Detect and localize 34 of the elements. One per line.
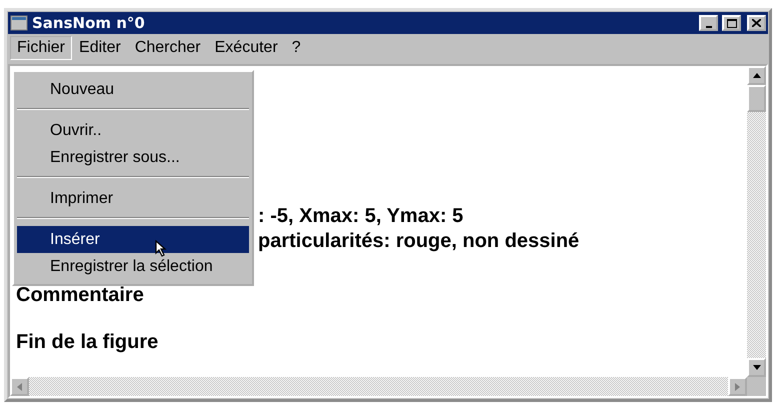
window-title: SansNom n°0 (32, 14, 146, 32)
mouse-pointer-icon (155, 240, 167, 257)
close-button[interactable] (747, 15, 766, 31)
scroll-thumb[interactable] (747, 85, 766, 112)
menu-item[interactable]: Imprimer (17, 185, 249, 212)
maximize-button[interactable] (722, 15, 741, 31)
menu-item[interactable]: ? (284, 36, 308, 60)
close-icon (752, 19, 761, 27)
scroll-right-button[interactable] (728, 377, 747, 396)
menu-item[interactable]: Enregistrer la sélection (17, 253, 249, 280)
menu-item[interactable]: Ouvrir.. (17, 117, 249, 144)
menu-item[interactable]: Exécuter (208, 36, 285, 60)
text-line: particularités: rouge, non dessiné (258, 229, 580, 254)
scroll-down-button[interactable] (747, 358, 766, 377)
minimize-icon (706, 26, 712, 28)
menu-item[interactable]: Nouveau (17, 76, 249, 103)
scroll-up-button[interactable] (747, 66, 766, 85)
menu-item[interactable]: Insérer (17, 226, 249, 253)
text-line: Fin de la figure (16, 330, 158, 355)
menu-item[interactable]: Chercher (128, 36, 208, 60)
scroll-right-icon (735, 382, 740, 390)
minimize-button[interactable] (699, 15, 718, 31)
menu-item[interactable]: Enregistrer sous... (17, 144, 249, 171)
text-line: : -5, Xmax: 5, Ymax: 5 (258, 204, 464, 229)
scroll-up-icon (752, 73, 760, 78)
scroll-left-button[interactable] (10, 377, 29, 396)
maximize-icon (726, 18, 736, 28)
menu-item[interactable]: Editer (72, 36, 128, 60)
text-line: Commentaire (16, 283, 144, 308)
scroll-down-icon (752, 365, 760, 370)
resize-grip[interactable] (747, 377, 766, 396)
menu-item[interactable]: Fichier (10, 36, 72, 60)
window-icon (10, 15, 28, 31)
scroll-left-icon (17, 382, 22, 390)
